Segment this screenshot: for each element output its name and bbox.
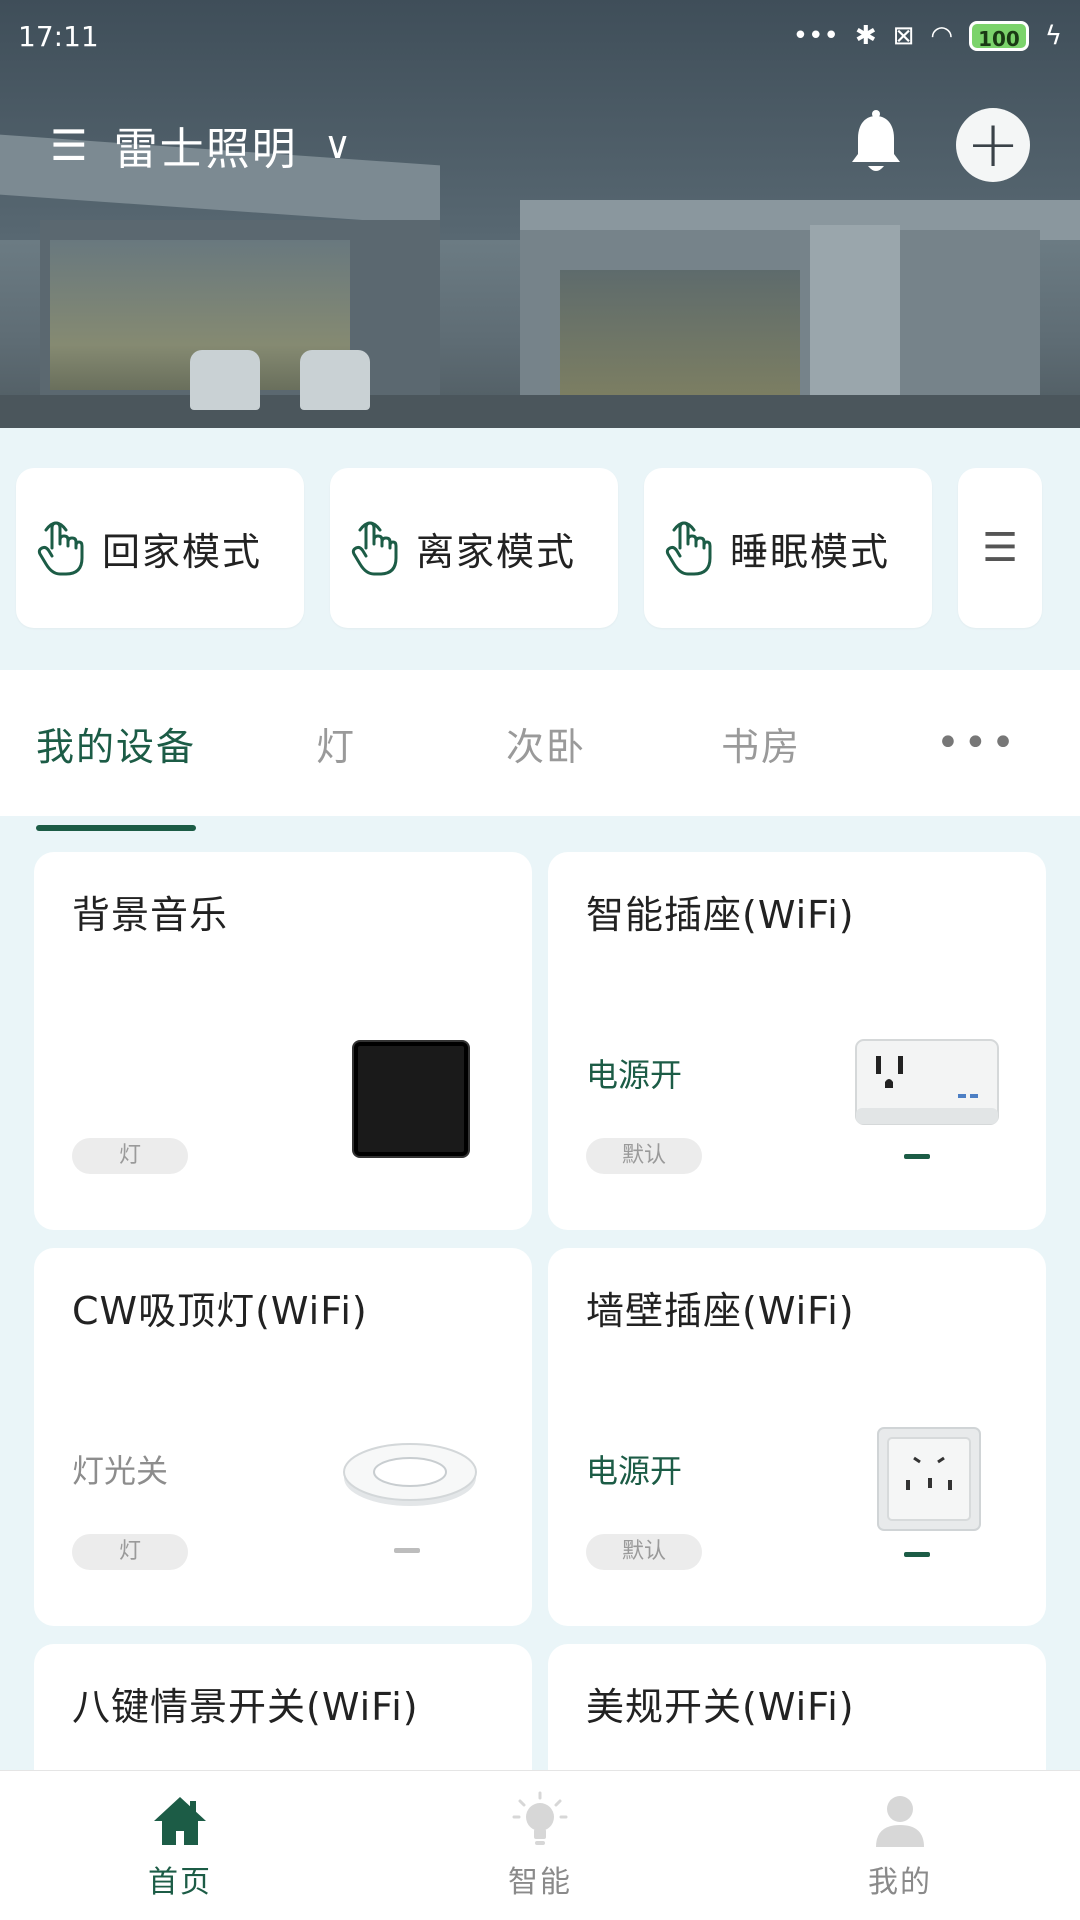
tab-second-bedroom[interactable]: 次卧 [506,716,586,771]
wifi-icon: ◠ [930,21,954,51]
device-name: 智能插座(WiFi) [586,893,855,937]
nav-profile[interactable]: 我的 [720,1771,1080,1920]
tab-light[interactable]: 灯 [316,716,356,771]
tap-hand-icon [665,521,712,576]
status-icons: ••• ✱ ⊠ ◠ 100 ϟ [793,21,1062,51]
charging-icon: ϟ [1044,21,1062,51]
device-card[interactable]: 背景音乐 灯 [34,852,532,1230]
chevron-down-icon[interactable]: ∨ [324,123,352,167]
power-indicator [904,1552,930,1557]
power-indicator [904,1154,930,1159]
nav-label: 智能 [508,1865,572,1900]
ceiling-light-image [343,1443,477,1506]
bell-icon[interactable] [846,110,906,180]
device-name: 八键情景开关(WiFi) [72,1685,419,1729]
status-time: 17:11 [18,19,99,53]
room-tag: 默认 [586,1534,702,1570]
active-tab-indicator [36,824,197,831]
device-status: 灯光关 [72,1452,169,1490]
sim-icon: ⊠ [892,21,915,51]
socket-image [855,1039,999,1125]
scene-card-sleep[interactable]: 睡眠模式 [644,468,932,628]
tab-study[interactable]: 书房 [721,716,801,771]
nav-label: 首页 [148,1865,212,1900]
more-dots-icon: ••• [792,21,839,51]
tab-my-devices[interactable]: 我的设备 [36,716,197,831]
bulb-icon [512,1791,568,1845]
home-icon [154,1797,206,1845]
tap-hand-icon [37,521,84,576]
device-grid: 背景音乐 灯 智能插座(WiFi) 电源开 默认 CW吸顶灯(WiFi) 灯光关… [34,852,1046,1804]
nav-smart[interactable]: 智能 [360,1771,720,1920]
tab-label: 灯 [316,724,357,769]
tabs-more-button[interactable]: ••• [936,720,1019,766]
room-tag: 灯 [72,1534,188,1570]
device-name: 美规开关(WiFi) [586,1685,855,1729]
add-button[interactable]: + [956,108,1030,182]
scene-card-home[interactable]: 回家模式 [16,468,304,628]
banner-chair [300,350,370,410]
scene-shortcuts: 回家模式 离家模式 睡眠模式 ☰ [0,428,1080,670]
banner-pillar [810,225,900,415]
banner-ground [0,395,1080,428]
banner-window [560,270,800,400]
menu-icon[interactable]: ☰ [50,121,88,170]
scene-label: 睡眠模式 [730,529,891,574]
room-tag: 灯 [72,1138,188,1174]
status-bar: 17:11 ••• ✱ ⊠ ◠ 100 ϟ [0,0,1080,72]
wall-socket-image [877,1427,981,1531]
tab-label: 次卧 [506,724,587,769]
scene-card-away[interactable]: 离家模式 [330,468,618,628]
device-name: CW吸顶灯(WiFi) [72,1289,368,1333]
device-name: 背景音乐 [72,893,229,937]
home-selector[interactable]: 雷士照明 [114,113,298,177]
tap-hand-icon [351,521,398,576]
battery-icon: 100 [969,21,1029,51]
device-card[interactable]: 墙壁插座(WiFi) 电源开 默认 [548,1248,1046,1626]
tab-label: 书房 [721,724,802,769]
bottom-nav: 首页 智能 我的 [0,1770,1080,1920]
scene-label: 离家模式 [416,529,577,574]
bluetooth-icon: ✱ [854,21,877,51]
top-bar: ☰ 雷士照明 ∨ + [0,100,1080,190]
banner-chair [190,350,260,410]
person-icon [876,1796,924,1847]
room-tag: 默认 [586,1138,702,1174]
scene-label: 回家模式 [102,529,263,574]
scene-more-button[interactable]: ☰ [958,468,1042,628]
device-status: 电源开 [586,1452,683,1490]
music-panel-image [354,1042,468,1156]
device-card[interactable]: CW吸顶灯(WiFi) 灯光关 灯 [34,1248,532,1626]
header-banner: 17:11 ••• ✱ ⊠ ◠ 100 ϟ ☰ 雷士照明 ∨ + [0,0,1080,428]
device-card[interactable]: 智能插座(WiFi) 电源开 默认 [548,852,1046,1230]
room-tabs: 我的设备 灯 次卧 书房 ••• [0,670,1080,831]
power-indicator [394,1548,420,1553]
list-icon: ☰ [982,525,1018,571]
device-status: 电源开 [586,1056,683,1094]
nav-home[interactable]: 首页 [0,1771,360,1920]
tab-label: 我的设备 [36,724,197,769]
device-name: 墙壁插座(WiFi) [586,1289,855,1333]
nav-label: 我的 [868,1865,932,1900]
